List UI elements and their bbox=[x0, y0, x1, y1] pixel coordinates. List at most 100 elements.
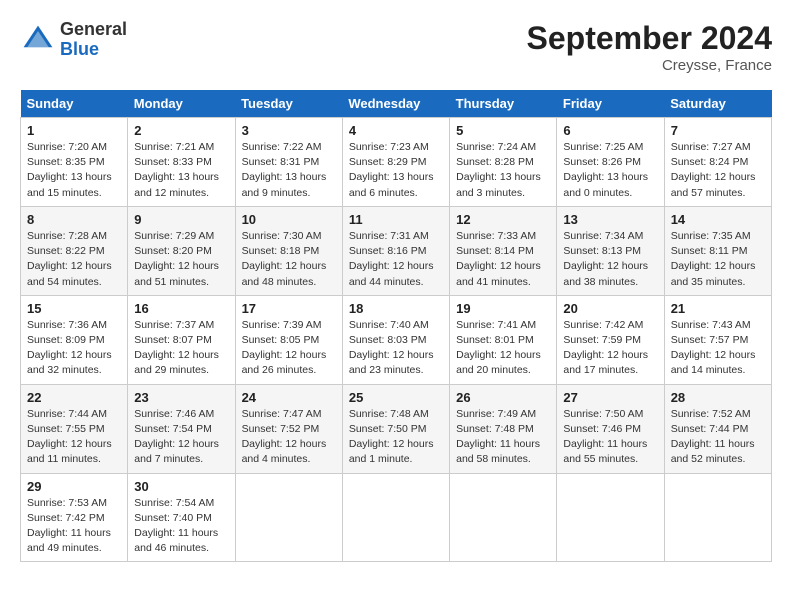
table-row: 24 Sunrise: 7:47 AMSunset: 7:52 PMDaylig… bbox=[235, 384, 342, 473]
calendar-row: 1 Sunrise: 7:20 AMSunset: 8:35 PMDayligh… bbox=[21, 118, 772, 207]
day-number: 27 bbox=[563, 390, 657, 405]
calendar-row: 15 Sunrise: 7:36 AMSunset: 8:09 PMDaylig… bbox=[21, 295, 772, 384]
day-number: 2 bbox=[134, 123, 228, 138]
table-row: 16 Sunrise: 7:37 AMSunset: 8:07 PMDaylig… bbox=[128, 295, 235, 384]
day-number: 8 bbox=[27, 212, 121, 227]
table-row: 7 Sunrise: 7:27 AMSunset: 8:24 PMDayligh… bbox=[664, 118, 771, 207]
page-header: General Blue September 2024 Creysse, Fra… bbox=[20, 20, 772, 74]
table-row: 13 Sunrise: 7:34 AMSunset: 8:13 PMDaylig… bbox=[557, 206, 664, 295]
day-number: 26 bbox=[456, 390, 550, 405]
day-info: Sunrise: 7:23 AMSunset: 8:29 PMDaylight:… bbox=[349, 141, 434, 199]
day-info: Sunrise: 7:37 AMSunset: 8:07 PMDaylight:… bbox=[134, 319, 219, 377]
day-number: 10 bbox=[242, 212, 336, 227]
day-number: 20 bbox=[563, 301, 657, 316]
day-info: Sunrise: 7:36 AMSunset: 8:09 PMDaylight:… bbox=[27, 319, 112, 377]
day-number: 30 bbox=[134, 479, 228, 494]
day-number: 12 bbox=[456, 212, 550, 227]
table-row bbox=[557, 473, 664, 562]
day-info: Sunrise: 7:39 AMSunset: 8:05 PMDaylight:… bbox=[242, 319, 327, 377]
table-row bbox=[664, 473, 771, 562]
table-row: 11 Sunrise: 7:31 AMSunset: 8:16 PMDaylig… bbox=[342, 206, 449, 295]
table-row: 2 Sunrise: 7:21 AMSunset: 8:33 PMDayligh… bbox=[128, 118, 235, 207]
day-info: Sunrise: 7:20 AMSunset: 8:35 PMDaylight:… bbox=[27, 141, 112, 199]
day-number: 7 bbox=[671, 123, 765, 138]
table-row bbox=[342, 473, 449, 562]
day-number: 23 bbox=[134, 390, 228, 405]
col-friday: Friday bbox=[557, 90, 664, 118]
location-subtitle: Creysse, France bbox=[527, 57, 772, 74]
table-row: 15 Sunrise: 7:36 AMSunset: 8:09 PMDaylig… bbox=[21, 295, 128, 384]
day-number: 29 bbox=[27, 479, 121, 494]
calendar-row: 29 Sunrise: 7:53 AMSunset: 7:42 PMDaylig… bbox=[21, 473, 772, 562]
calendar-table: Sunday Monday Tuesday Wednesday Thursday… bbox=[20, 90, 772, 562]
day-info: Sunrise: 7:27 AMSunset: 8:24 PMDaylight:… bbox=[671, 141, 756, 199]
day-info: Sunrise: 7:30 AMSunset: 8:18 PMDaylight:… bbox=[242, 230, 327, 288]
table-row: 25 Sunrise: 7:48 AMSunset: 7:50 PMDaylig… bbox=[342, 384, 449, 473]
table-row: 1 Sunrise: 7:20 AMSunset: 8:35 PMDayligh… bbox=[21, 118, 128, 207]
day-number: 14 bbox=[671, 212, 765, 227]
table-row: 28 Sunrise: 7:52 AMSunset: 7:44 PMDaylig… bbox=[664, 384, 771, 473]
table-row: 3 Sunrise: 7:22 AMSunset: 8:31 PMDayligh… bbox=[235, 118, 342, 207]
day-number: 3 bbox=[242, 123, 336, 138]
day-info: Sunrise: 7:44 AMSunset: 7:55 PMDaylight:… bbox=[27, 408, 112, 466]
day-info: Sunrise: 7:34 AMSunset: 8:13 PMDaylight:… bbox=[563, 230, 648, 288]
day-info: Sunrise: 7:22 AMSunset: 8:31 PMDaylight:… bbox=[242, 141, 327, 199]
table-row: 30 Sunrise: 7:54 AMSunset: 7:40 PMDaylig… bbox=[128, 473, 235, 562]
table-row: 8 Sunrise: 7:28 AMSunset: 8:22 PMDayligh… bbox=[21, 206, 128, 295]
day-number: 6 bbox=[563, 123, 657, 138]
day-info: Sunrise: 7:47 AMSunset: 7:52 PMDaylight:… bbox=[242, 408, 327, 466]
day-number: 4 bbox=[349, 123, 443, 138]
day-number: 5 bbox=[456, 123, 550, 138]
day-info: Sunrise: 7:28 AMSunset: 8:22 PMDaylight:… bbox=[27, 230, 112, 288]
table-row: 18 Sunrise: 7:40 AMSunset: 8:03 PMDaylig… bbox=[342, 295, 449, 384]
day-info: Sunrise: 7:42 AMSunset: 7:59 PMDaylight:… bbox=[563, 319, 648, 377]
day-info: Sunrise: 7:49 AMSunset: 7:48 PMDaylight:… bbox=[456, 408, 540, 466]
table-row: 26 Sunrise: 7:49 AMSunset: 7:48 PMDaylig… bbox=[450, 384, 557, 473]
day-info: Sunrise: 7:25 AMSunset: 8:26 PMDaylight:… bbox=[563, 141, 648, 199]
day-info: Sunrise: 7:43 AMSunset: 7:57 PMDaylight:… bbox=[671, 319, 756, 377]
day-number: 22 bbox=[27, 390, 121, 405]
logo: General Blue bbox=[20, 20, 127, 60]
day-number: 9 bbox=[134, 212, 228, 227]
day-number: 13 bbox=[563, 212, 657, 227]
table-row: 27 Sunrise: 7:50 AMSunset: 7:46 PMDaylig… bbox=[557, 384, 664, 473]
logo-icon bbox=[20, 22, 56, 58]
table-row: 10 Sunrise: 7:30 AMSunset: 8:18 PMDaylig… bbox=[235, 206, 342, 295]
title-block: September 2024 Creysse, France bbox=[527, 20, 772, 74]
calendar-row: 8 Sunrise: 7:28 AMSunset: 8:22 PMDayligh… bbox=[21, 206, 772, 295]
table-row: 14 Sunrise: 7:35 AMSunset: 8:11 PMDaylig… bbox=[664, 206, 771, 295]
table-row: 9 Sunrise: 7:29 AMSunset: 8:20 PMDayligh… bbox=[128, 206, 235, 295]
day-info: Sunrise: 7:53 AMSunset: 7:42 PMDaylight:… bbox=[27, 497, 111, 555]
month-year-title: September 2024 bbox=[527, 20, 772, 57]
col-wednesday: Wednesday bbox=[342, 90, 449, 118]
col-thursday: Thursday bbox=[450, 90, 557, 118]
day-number: 24 bbox=[242, 390, 336, 405]
day-info: Sunrise: 7:29 AMSunset: 8:20 PMDaylight:… bbox=[134, 230, 219, 288]
day-info: Sunrise: 7:41 AMSunset: 8:01 PMDaylight:… bbox=[456, 319, 541, 377]
col-saturday: Saturday bbox=[664, 90, 771, 118]
col-tuesday: Tuesday bbox=[235, 90, 342, 118]
day-number: 19 bbox=[456, 301, 550, 316]
table-row: 29 Sunrise: 7:53 AMSunset: 7:42 PMDaylig… bbox=[21, 473, 128, 562]
day-number: 11 bbox=[349, 212, 443, 227]
day-info: Sunrise: 7:48 AMSunset: 7:50 PMDaylight:… bbox=[349, 408, 434, 466]
day-info: Sunrise: 7:33 AMSunset: 8:14 PMDaylight:… bbox=[456, 230, 541, 288]
logo-text: General Blue bbox=[60, 20, 127, 60]
table-row bbox=[450, 473, 557, 562]
table-row: 21 Sunrise: 7:43 AMSunset: 7:57 PMDaylig… bbox=[664, 295, 771, 384]
col-monday: Monday bbox=[128, 90, 235, 118]
day-info: Sunrise: 7:46 AMSunset: 7:54 PMDaylight:… bbox=[134, 408, 219, 466]
table-row: 19 Sunrise: 7:41 AMSunset: 8:01 PMDaylig… bbox=[450, 295, 557, 384]
day-info: Sunrise: 7:40 AMSunset: 8:03 PMDaylight:… bbox=[349, 319, 434, 377]
table-row: 5 Sunrise: 7:24 AMSunset: 8:28 PMDayligh… bbox=[450, 118, 557, 207]
table-row: 4 Sunrise: 7:23 AMSunset: 8:29 PMDayligh… bbox=[342, 118, 449, 207]
table-row: 20 Sunrise: 7:42 AMSunset: 7:59 PMDaylig… bbox=[557, 295, 664, 384]
day-number: 16 bbox=[134, 301, 228, 316]
day-info: Sunrise: 7:54 AMSunset: 7:40 PMDaylight:… bbox=[134, 497, 218, 555]
day-info: Sunrise: 7:24 AMSunset: 8:28 PMDaylight:… bbox=[456, 141, 541, 199]
day-info: Sunrise: 7:31 AMSunset: 8:16 PMDaylight:… bbox=[349, 230, 434, 288]
col-sunday: Sunday bbox=[21, 90, 128, 118]
calendar-header-row: Sunday Monday Tuesday Wednesday Thursday… bbox=[21, 90, 772, 118]
calendar-row: 22 Sunrise: 7:44 AMSunset: 7:55 PMDaylig… bbox=[21, 384, 772, 473]
table-row: 12 Sunrise: 7:33 AMSunset: 8:14 PMDaylig… bbox=[450, 206, 557, 295]
